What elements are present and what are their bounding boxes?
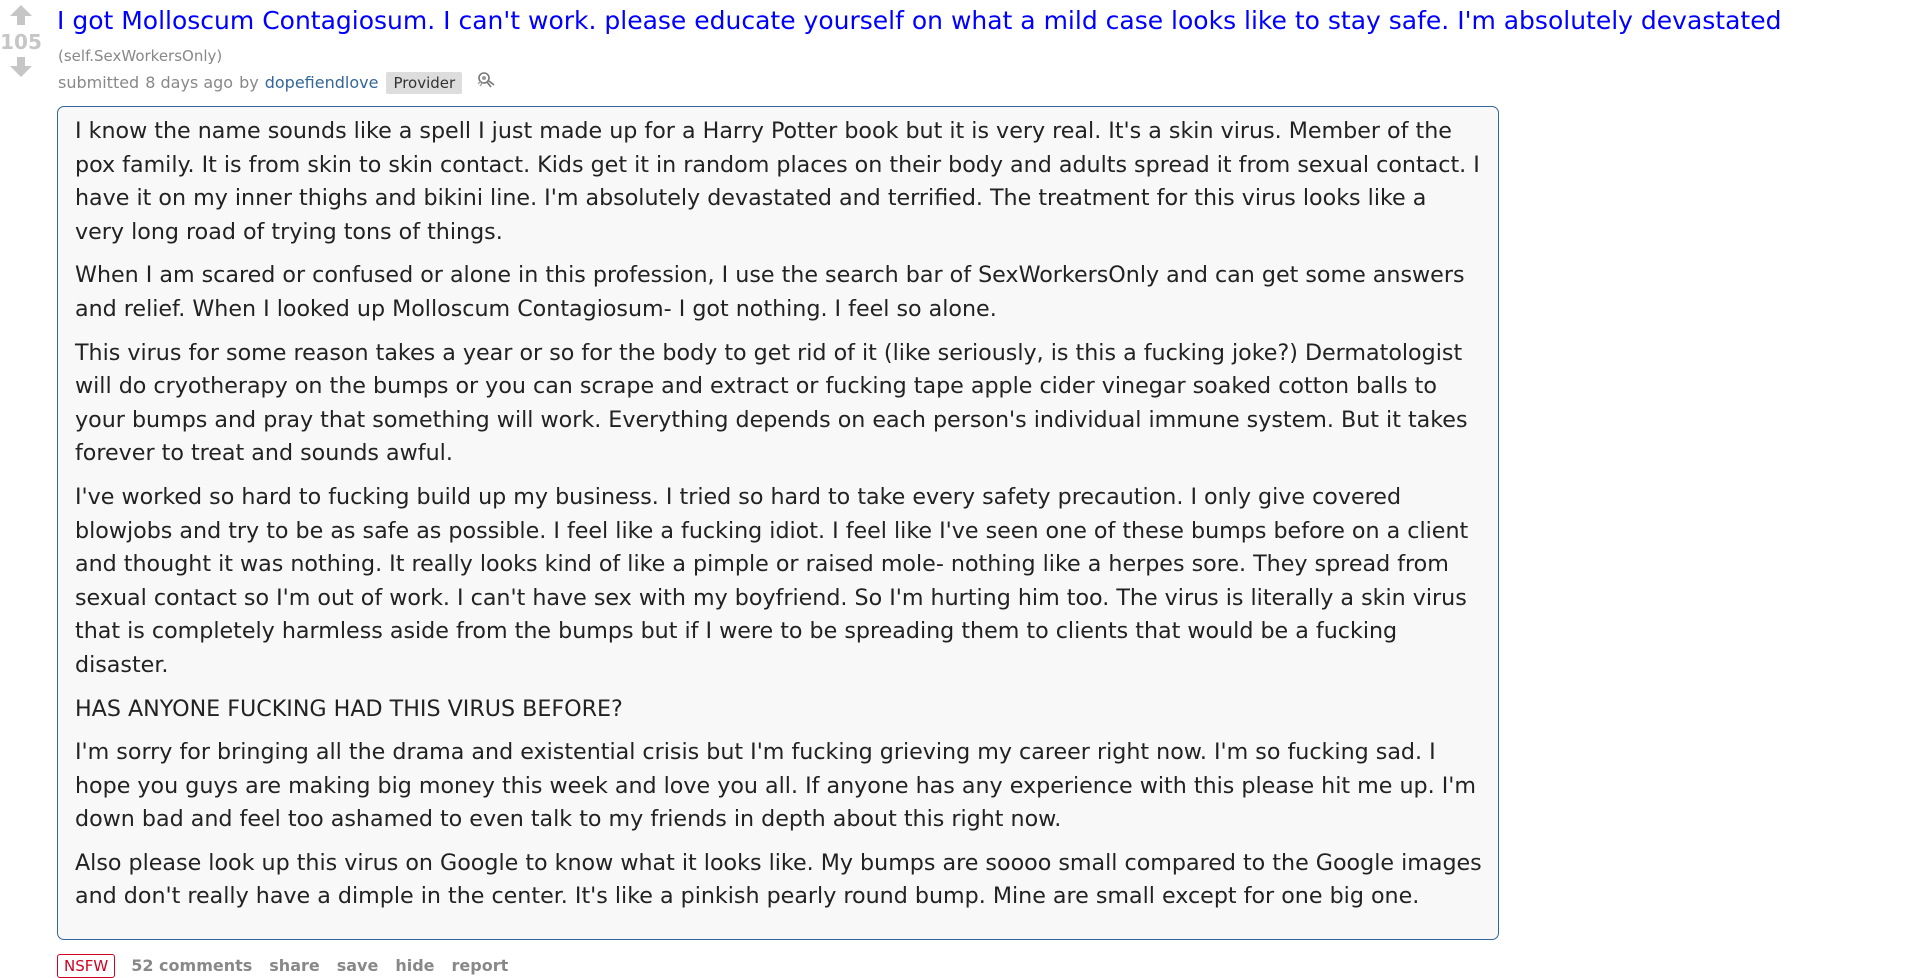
- comments-button[interactable]: 52 comments: [131, 956, 252, 976]
- post-buttons: NSFW 52 comments share save hide report: [57, 954, 525, 978]
- nsfw-badge: NSFW: [57, 954, 116, 978]
- body-paragraph: I'm sorry for bringing all the drama and…: [75, 739, 1476, 833]
- time-ago: 8 days ago: [145, 72, 234, 92]
- author-flair: Provider: [386, 71, 463, 94]
- award-icon[interactable]: [476, 70, 496, 95]
- score: 105: [0, 30, 42, 54]
- post-body: I know the name sounds like a spell I ju…: [57, 106, 1499, 940]
- body-paragraph: HAS ANYONE FUCKING HAD THIS VIRUS BEFORE…: [75, 695, 623, 722]
- upvote-arrow-icon[interactable]: [9, 4, 33, 26]
- body-paragraph: Also please look up this virus on Google…: [75, 849, 1482, 910]
- author-link[interactable]: dopefiendlove: [265, 71, 379, 95]
- post-domain[interactable]: (self.SexWorkersOnly): [58, 46, 222, 66]
- vote-column: 105: [0, 4, 42, 78]
- body-paragraph: This virus for some reason takes a year …: [75, 339, 1468, 467]
- report-button[interactable]: report: [452, 956, 509, 976]
- post-tagline: submitted 8 days ago by dopefiendlove Pr…: [58, 70, 496, 95]
- save-button[interactable]: save: [337, 956, 379, 976]
- share-button[interactable]: share: [269, 956, 319, 976]
- by-label: by: [239, 72, 259, 92]
- body-paragraph: I've worked so hard to fucking build up …: [75, 483, 1469, 678]
- post-title-link[interactable]: I got Molloscum Contagiosum. I can't wor…: [57, 4, 1781, 38]
- body-paragraph: When I am scared or confused or alone in…: [75, 262, 1465, 322]
- downvote-arrow-icon[interactable]: [9, 56, 33, 78]
- hide-button[interactable]: hide: [395, 956, 434, 976]
- body-paragraph: I know the name sounds like a spell I ju…: [75, 118, 1480, 245]
- submitted-label: submitted: [58, 72, 140, 92]
